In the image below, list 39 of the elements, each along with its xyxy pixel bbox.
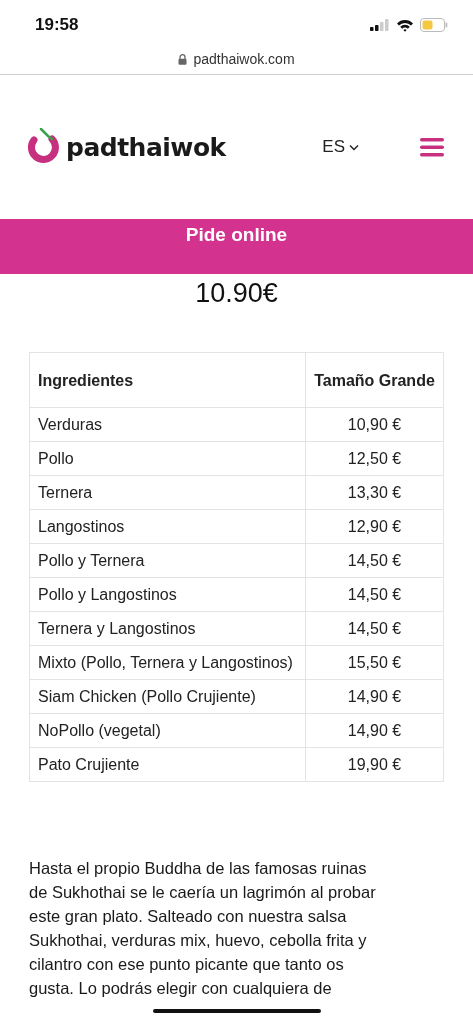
table-cell: Pato Crujiente	[29, 747, 306, 782]
battery-icon	[420, 18, 448, 32]
table-cell: 14,90 €	[305, 679, 444, 714]
banner-title[interactable]: Pide online	[185, 224, 288, 246]
table-cell: 14,50 €	[305, 577, 444, 612]
order-banner[interactable]: Pide online	[0, 219, 473, 274]
menu-icon[interactable]	[420, 137, 444, 157]
table-cell: 15,50 €	[305, 645, 444, 680]
table-cell: NoPollo (vegetal)	[29, 713, 306, 748]
table-cell: 13,30 €	[305, 475, 444, 510]
lock-icon	[178, 53, 188, 65]
status-time: 19:58	[35, 15, 79, 35]
table-cell: Ternera	[29, 475, 306, 510]
table-cell: Verduras	[29, 407, 306, 442]
table-cell: 10,90 €	[305, 407, 444, 442]
table-cell: Ternera y Langostinos	[29, 611, 306, 646]
logo-icon	[26, 128, 60, 166]
table-cell: 14,50 €	[305, 611, 444, 646]
table-cell: 14,50 €	[305, 543, 444, 578]
url-text[interactable]: padthaiwok.com	[193, 51, 295, 67]
chevron-down-icon	[349, 143, 359, 151]
table-cell: Mixto (Pollo, Ternera y Langostinos)	[29, 645, 306, 680]
table-cell: 12,50 €	[305, 441, 444, 476]
column-header: Ingredientes	[29, 352, 306, 408]
price-text: 10.90€	[194, 278, 279, 309]
table-cell: Pollo y Langostinos	[29, 577, 306, 612]
table-cell: Pollo	[29, 441, 306, 476]
table-cell: 19,90 €	[305, 747, 444, 782]
column-header: Tamaño Grande	[305, 352, 444, 408]
table-cell: 14,90 €	[305, 713, 444, 748]
table-cell: Siam Chicken (Pollo Crujiente)	[29, 679, 306, 714]
wifi-icon	[396, 18, 414, 32]
logo-text[interactable]: padthaiwok	[66, 132, 226, 162]
table-cell: Pollo y Ternera	[29, 543, 306, 578]
table-cell: Langostinos	[29, 509, 306, 544]
signal-icon	[370, 19, 390, 31]
table-cell: 12,90 €	[305, 509, 444, 544]
description-paragraph: Hasta el propio Buddha de las famosas ruinas de Sukhothai se le caería un lagrimón al probar este gran plato. Salteado con nuestra salsa Sukhothai, verduras mix, huevo, cebolla frita y cilantro con ese punto picante que tanto os gusta. Lo podrás elegir con cualquiera de	[29, 858, 377, 999]
language-selector[interactable]: ES	[322, 137, 359, 157]
